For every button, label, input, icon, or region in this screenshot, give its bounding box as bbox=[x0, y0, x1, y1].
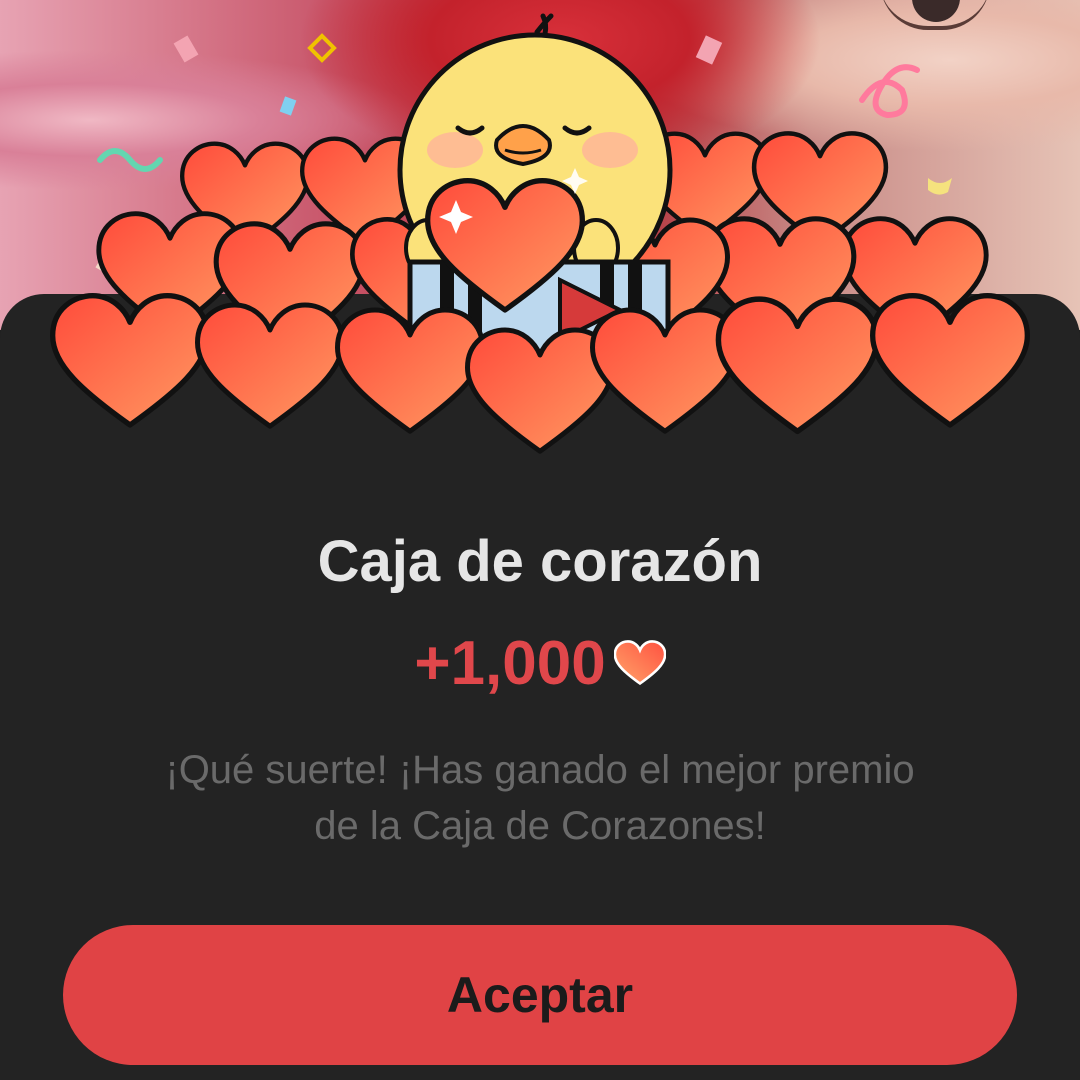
reward-message: ¡Qué suerte! ¡Has ganado el mejor premio… bbox=[60, 742, 1020, 854]
heart-box-illustration bbox=[0, 13, 1080, 480]
reward-amount-row: +1,000 bbox=[0, 628, 1080, 699]
reward-message-line-2: de la Caja de Corazones! bbox=[314, 804, 766, 848]
heart-icon bbox=[613, 639, 666, 685]
dialog-title: Caja de corazón bbox=[317, 529, 763, 594]
reward-message-line-1: ¡Qué suerte! ¡Has ganado el mejor premio bbox=[165, 748, 915, 792]
accept-button[interactable]: Aceptar bbox=[63, 925, 1017, 1065]
reward-amount: +1,000 bbox=[414, 629, 606, 698]
